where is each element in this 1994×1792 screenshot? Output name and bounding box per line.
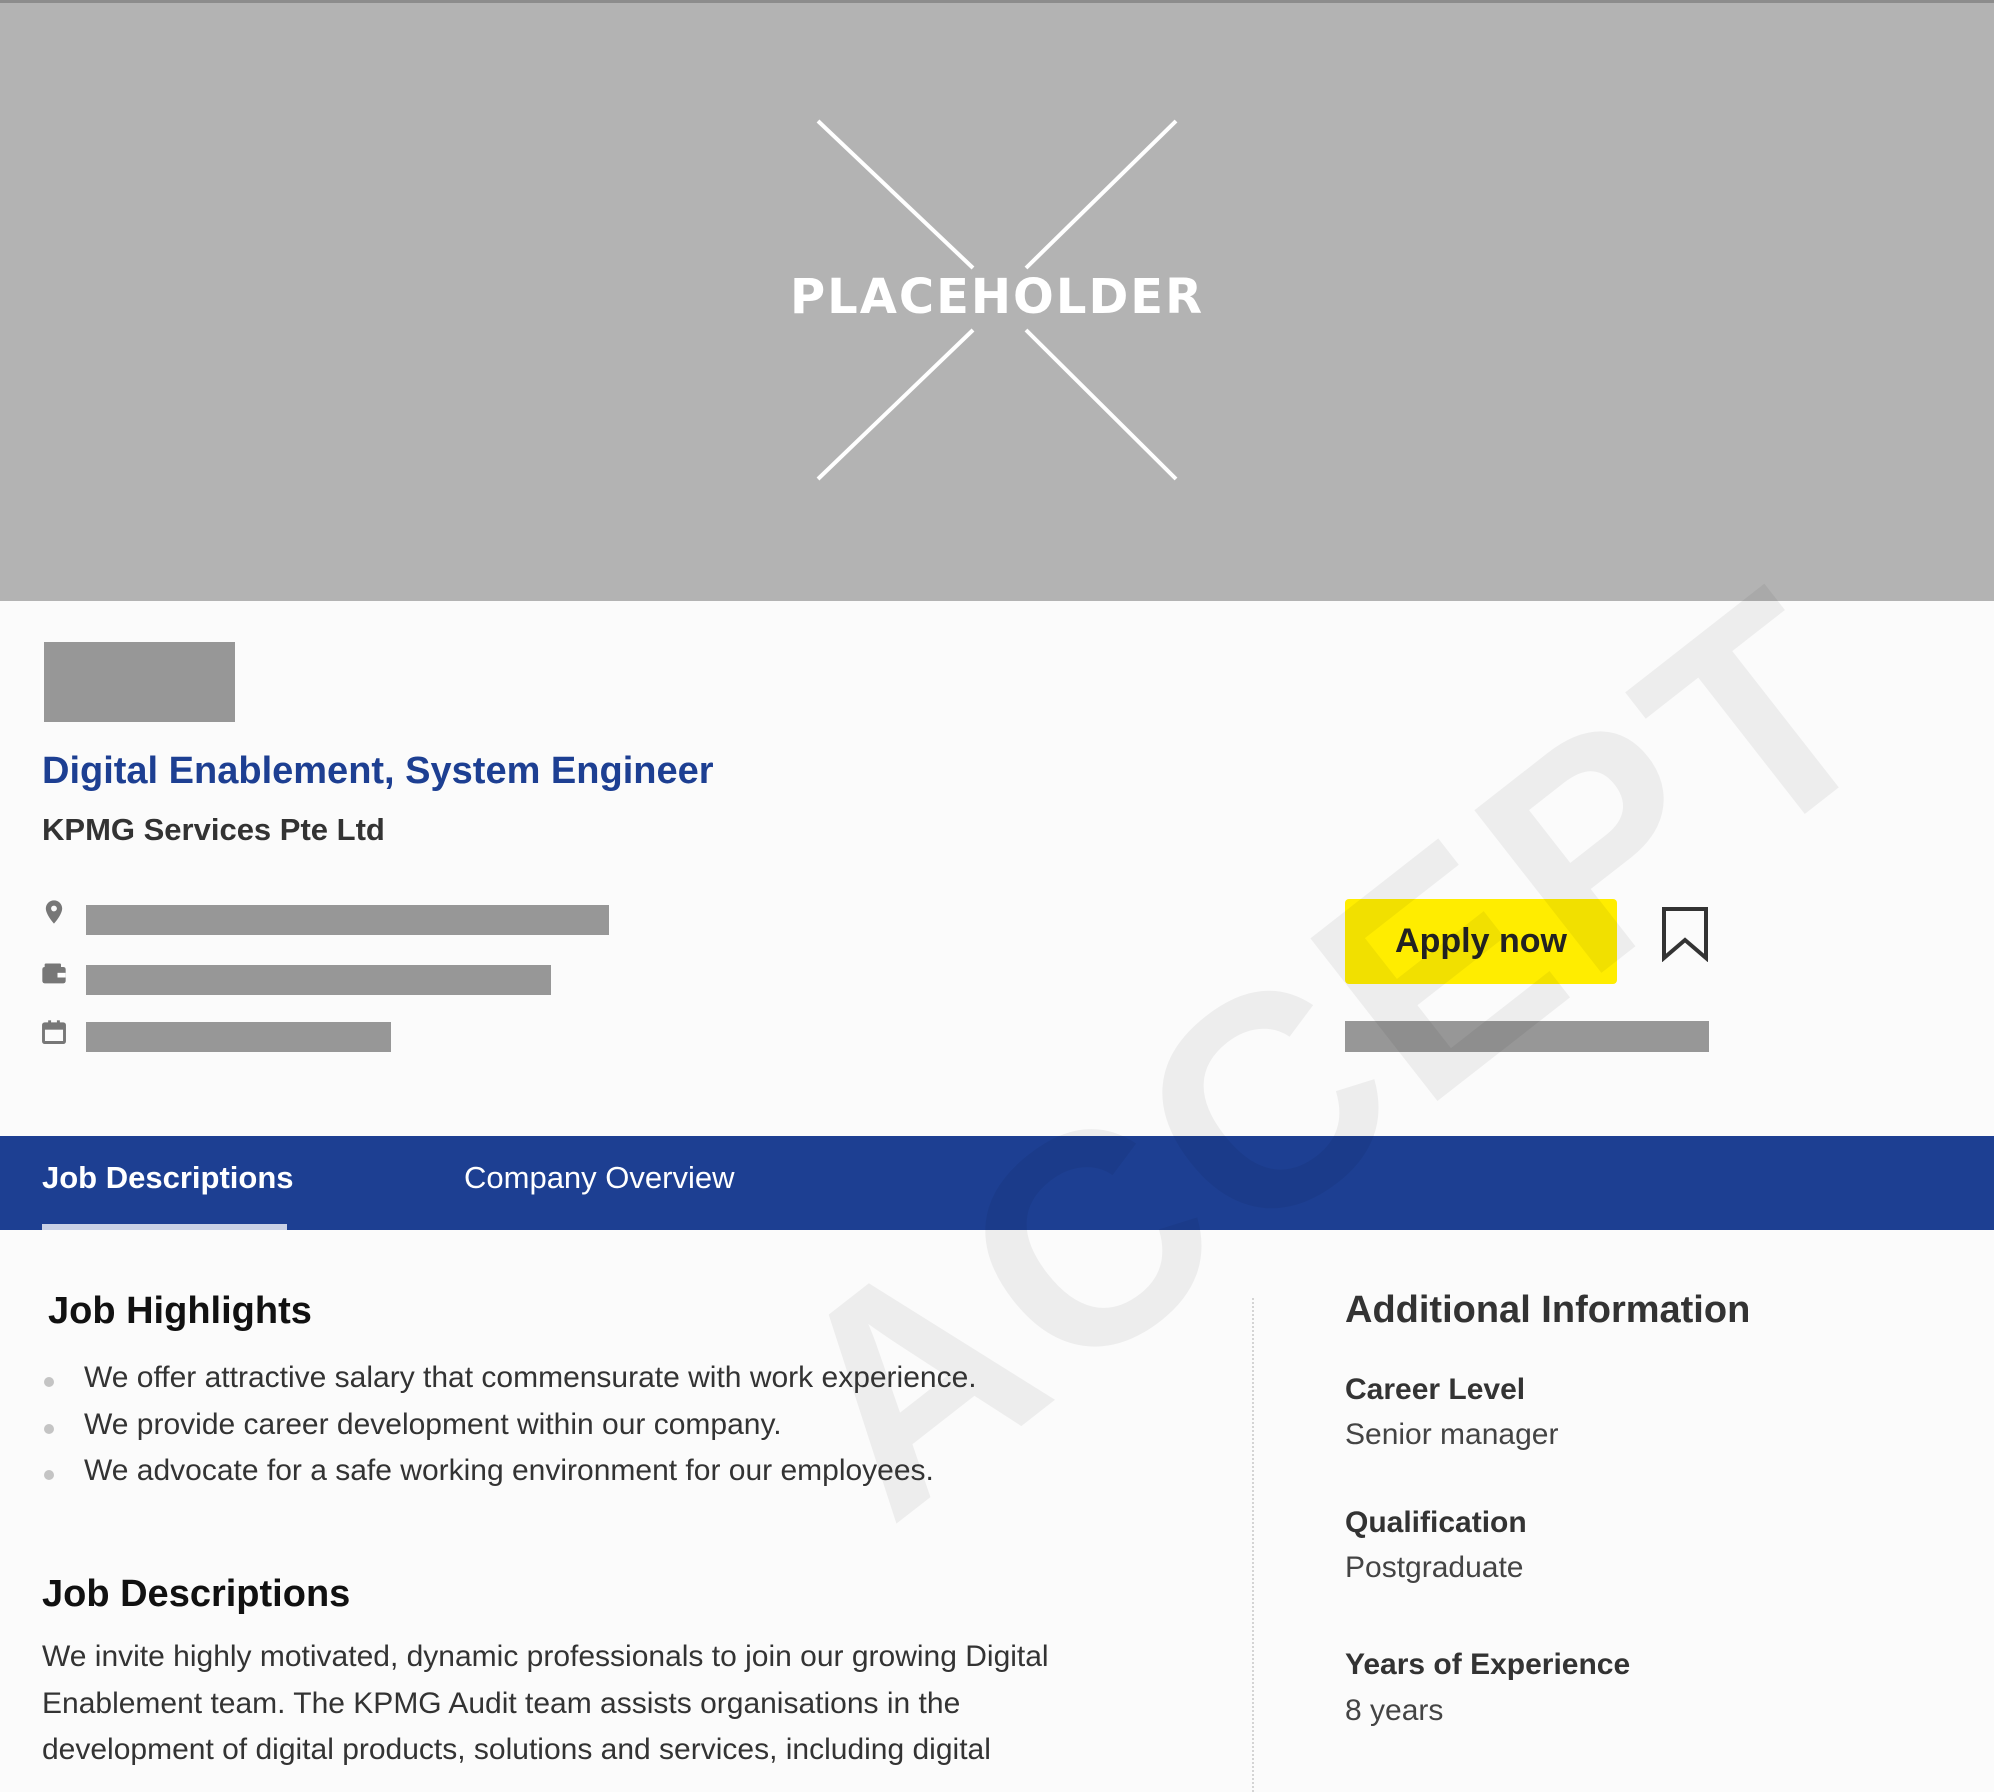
location-value-redacted (86, 905, 609, 935)
salary-value-redacted (86, 965, 551, 995)
job-descriptions-heading: Job Descriptions (42, 1573, 351, 1615)
description-line: Enablement team. The KPMG Audit team ass… (42, 1686, 961, 1720)
years-of-experience-label: Years of Experience (1345, 1648, 1631, 1681)
career-level-label: Career Level (1345, 1373, 1526, 1406)
job-description-text: We invite highly motivated, dynamic prof… (42, 1634, 1242, 1774)
tab-job-descriptions[interactable]: Job Descriptions (42, 1160, 294, 1196)
qualification-value: Postgraduate (1345, 1551, 1524, 1584)
list-item: We offer attractive salary that commensu… (42, 1355, 1222, 1402)
calendar-icon (42, 1020, 66, 1044)
description-line: We invite highly motivated, dynamic prof… (42, 1640, 1049, 1673)
date-value-redacted (86, 1022, 391, 1052)
location-pin-icon (45, 900, 63, 924)
job-highlights-heading: Job Highlights (48, 1290, 312, 1332)
active-tab-indicator (42, 1224, 287, 1230)
company-name: KPMG Services Pte Ltd (42, 812, 385, 847)
additional-information-heading: Additional Information (1345, 1289, 1751, 1331)
job-title: Digital Enablement, System Engineer (42, 750, 714, 792)
job-highlights-list: We offer attractive salary that commensu… (42, 1355, 1222, 1495)
column-divider (1252, 1298, 1254, 1792)
years-of-experience-value: 8 years (1345, 1694, 1444, 1727)
qualification-label: Qualification (1345, 1506, 1527, 1539)
list-item: We provide career development within our… (42, 1402, 1222, 1449)
banner-placeholder-label: PLACEHOLDER (789, 269, 1205, 325)
description-line: development of digital products, solutio… (42, 1733, 991, 1766)
list-item: We advocate for a safe working environme… (42, 1448, 1222, 1495)
career-level-value: Senior manager (1345, 1418, 1559, 1451)
wallet-icon (42, 963, 66, 984)
company-logo (44, 642, 235, 722)
tab-company-overview[interactable]: Company Overview (464, 1160, 734, 1196)
banner-placeholder: PLACEHOLDER (0, 0, 1994, 601)
